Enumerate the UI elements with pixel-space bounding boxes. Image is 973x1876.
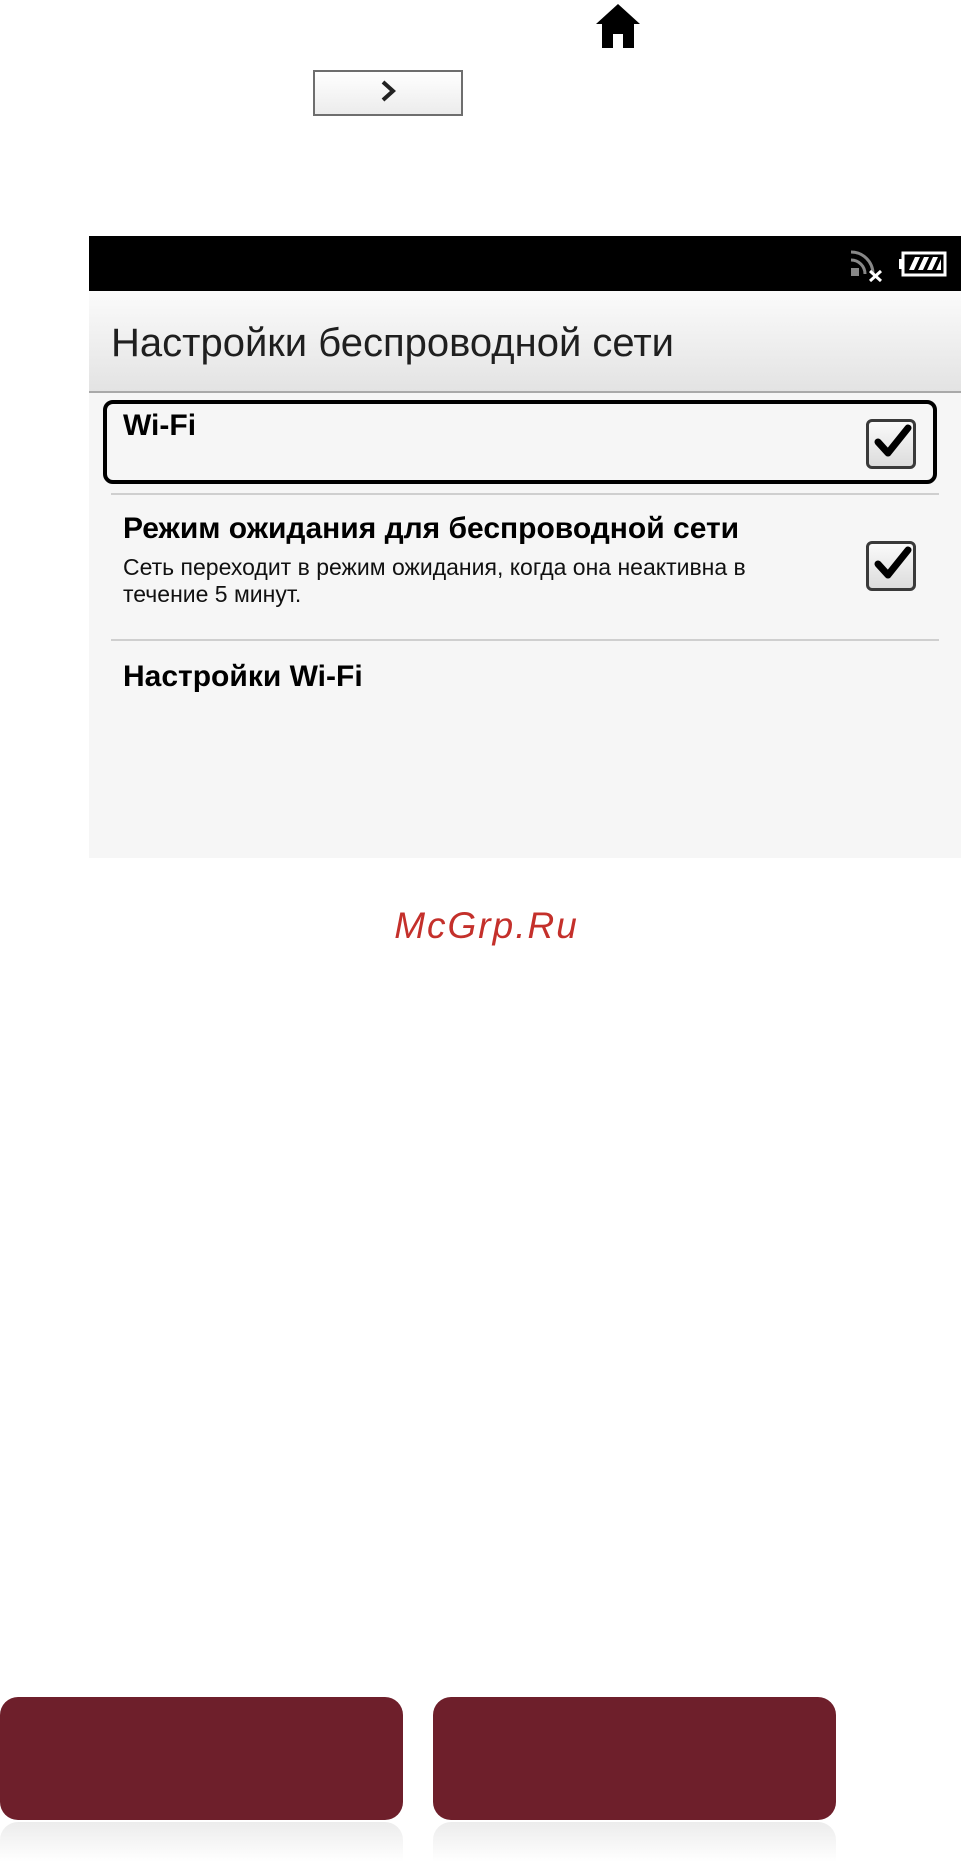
list-item-wifi-standby[interactable]: Режим ожидания для беспроводной сети Сет…: [89, 498, 961, 638]
divider: [111, 493, 939, 495]
home-icon: [593, 2, 643, 50]
list-item-title: Wi-Fi: [123, 409, 197, 442]
list-item-title: Режим ожидания для беспроводной сети: [123, 512, 740, 545]
checkmark-icon: [874, 424, 912, 457]
chevron-right-icon: [377, 79, 399, 108]
wifi-checkbox[interactable]: [866, 419, 916, 469]
page-title: Настройки беспроводной сети: [111, 321, 674, 365]
list-item-subtitle: Сеть переходит в режим ожидания, когда о…: [123, 554, 746, 607]
divider: [111, 639, 939, 641]
battery-icon: [899, 251, 947, 277]
wifi-standby-checkbox[interactable]: [866, 541, 916, 591]
list-item-title: Настройки Wi-Fi: [123, 660, 363, 693]
status-bar: [89, 236, 961, 291]
next-button[interactable]: [313, 70, 463, 116]
next-page-button[interactable]: [433, 1697, 836, 1820]
title-bar: Настройки беспроводной сети: [89, 291, 961, 393]
button-reflection: [433, 1822, 836, 1862]
prev-page-button[interactable]: [0, 1697, 403, 1820]
watermark: McGrp.Ru: [394, 905, 579, 946]
checkmark-icon: [874, 546, 912, 579]
button-reflection: [0, 1822, 403, 1862]
wifi-disconnected-icon: [849, 246, 885, 283]
highlight-frame: [103, 400, 937, 484]
list-item-wifi-settings[interactable]: Настройки Wi-Fi: [89, 643, 961, 763]
list-item-wifi[interactable]: Wi-Fi: [89, 397, 961, 493]
device-screen: Настройки беспроводной сети Wi-Fi Режим …: [89, 236, 961, 858]
